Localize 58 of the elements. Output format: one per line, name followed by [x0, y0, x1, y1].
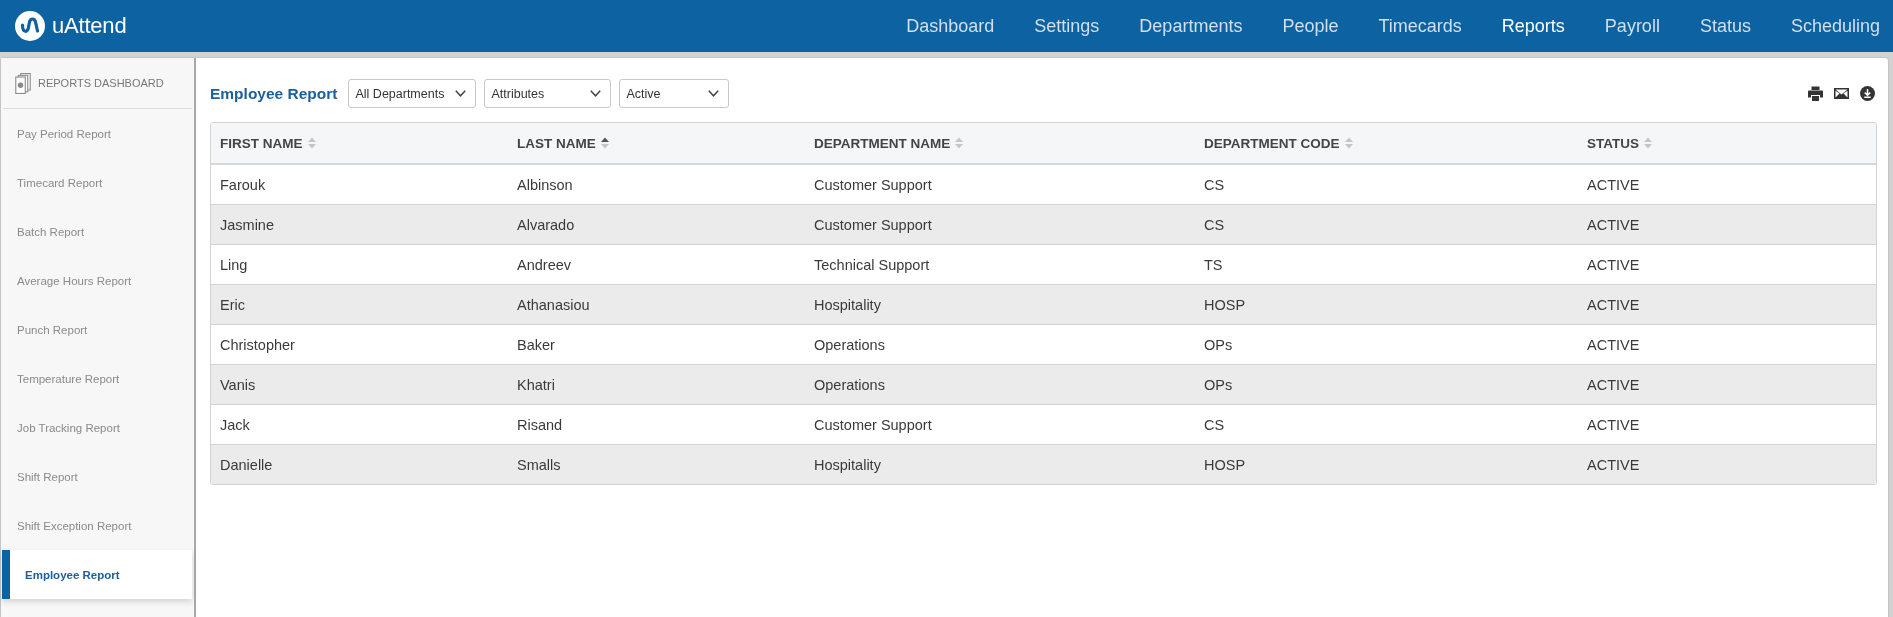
table-cell: ACTIVE — [1578, 365, 1876, 405]
table-cell: Athanasiou — [508, 285, 805, 325]
nav-link[interactable]: People — [1282, 15, 1339, 37]
nav-link[interactable]: Status — [1699, 15, 1751, 37]
table-cell: Jasmine — [211, 205, 508, 245]
column-header[interactable]: FIRST NAME — [211, 123, 508, 165]
filter-dropdown[interactable]: Attributes — [484, 79, 612, 108]
table-cell: Customer Support — [805, 205, 1195, 245]
sidebar-title: REPORTS DASHBOARD — [38, 77, 164, 89]
sidebar-item[interactable]: Employee Report — [2, 550, 192, 599]
nav-link[interactable]: Settings — [1034, 15, 1100, 37]
filter-dropdown[interactable]: Active — [619, 79, 730, 108]
mail-icon[interactable] — [1834, 86, 1849, 101]
sidebar-item[interactable]: Punch Report — [1, 305, 194, 354]
column-header[interactable]: STATUS — [1578, 123, 1876, 165]
report-stack-icon — [15, 72, 31, 94]
table-cell: Vanis — [211, 365, 508, 405]
column-header[interactable]: DEPARTMENT NAME — [805, 123, 1195, 165]
table-cell: HOSP — [1195, 285, 1578, 325]
chevron-down-icon — [708, 90, 720, 97]
logo-text: uAttend — [52, 13, 127, 39]
sidebar-item[interactable]: Timecard Report — [1, 158, 194, 207]
download-icon[interactable] — [1860, 86, 1875, 101]
nav-link[interactable]: Dashboard — [906, 15, 995, 37]
nav-link[interactable]: Reports — [1501, 15, 1565, 37]
logo-icon — [15, 11, 45, 41]
sidebar-item[interactable]: Job Tracking Report — [1, 403, 194, 452]
table-cell: Operations — [805, 365, 1195, 405]
table-cell: ACTIVE — [1578, 285, 1876, 325]
table-cell: Khatri — [508, 365, 805, 405]
sidebar-item[interactable]: Temperature Report — [1, 354, 194, 403]
table-cell: ACTIVE — [1578, 445, 1876, 484]
nav-link[interactable]: Departments — [1139, 15, 1243, 37]
sidebar-item[interactable]: Batch Report — [1, 207, 194, 256]
column-header[interactable]: LAST NAME — [508, 123, 805, 165]
table-cell: Eric — [211, 285, 508, 325]
table-cell: Hospitality — [805, 285, 1195, 325]
sidebar-item[interactable]: Shift Exception Report — [1, 501, 194, 550]
table-cell: CS — [1195, 205, 1578, 245]
report-title: Employee Report — [210, 84, 338, 103]
filter-dropdown[interactable]: All Departments — [348, 79, 477, 108]
table-cell: Smalls — [508, 445, 805, 484]
sidebar-item[interactable]: Shift Report — [1, 452, 194, 501]
column-header[interactable]: DEPARTMENT CODE — [1195, 123, 1578, 165]
sidebar-item[interactable]: Pay Period Report — [1, 109, 194, 158]
chevron-down-icon — [455, 90, 467, 97]
print-icon[interactable] — [1808, 86, 1823, 101]
table-cell: HOSP — [1195, 445, 1578, 484]
nav-link[interactable]: Timecards — [1378, 15, 1462, 37]
table-cell: ACTIVE — [1578, 205, 1876, 245]
nav-link[interactable]: Scheduling — [1790, 15, 1880, 37]
table-cell: Danielle — [211, 445, 508, 484]
sidebar-item[interactable]: Average Hours Report — [1, 256, 194, 305]
table-cell: OPs — [1195, 365, 1578, 405]
nav-link[interactable]: Payroll — [1604, 15, 1660, 37]
table-cell: Alvarado — [508, 205, 805, 245]
table-cell: Hospitality — [805, 445, 1195, 484]
chevron-down-icon — [590, 90, 602, 97]
